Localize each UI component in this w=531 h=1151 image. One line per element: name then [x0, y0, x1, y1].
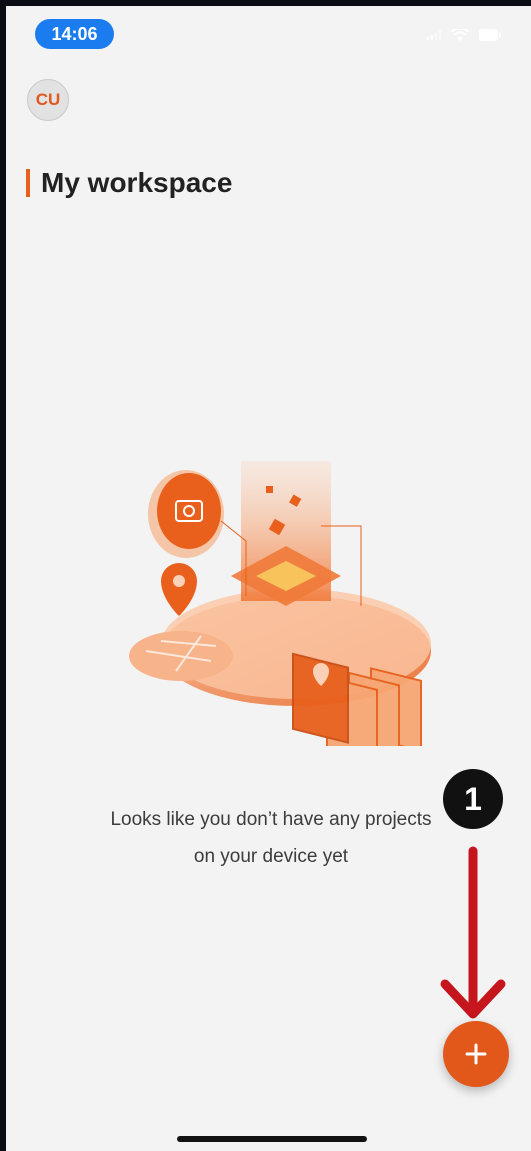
- step-badge: 1: [443, 769, 503, 829]
- home-indicator: [177, 1136, 367, 1142]
- status-icons: [427, 28, 501, 42]
- add-project-button[interactable]: [443, 1021, 509, 1087]
- battery-icon: [479, 29, 501, 41]
- empty-state-line-1: Looks like you don’t have any projects: [110, 809, 432, 830]
- page-title-row: My workspace: [26, 166, 232, 200]
- page-title: My workspace: [41, 167, 233, 198]
- workspace-illustration: [129, 461, 431, 746]
- status-time: 14:06: [35, 19, 114, 49]
- avatar[interactable]: CU: [27, 79, 69, 121]
- empty-state-message: Looks like you don’t have any projects o…: [66, 801, 476, 875]
- wifi-icon: [451, 28, 469, 41]
- plus-icon: [465, 1043, 487, 1065]
- empty-state-line-2: on your device yet: [193, 846, 349, 867]
- arrow-down-icon: [440, 846, 506, 1019]
- app-screen: 14:06 CU My workspace Looks like you don…: [6, 6, 531, 1151]
- signal-icon: [427, 30, 441, 40]
- title-accent-bar: [26, 169, 30, 197]
